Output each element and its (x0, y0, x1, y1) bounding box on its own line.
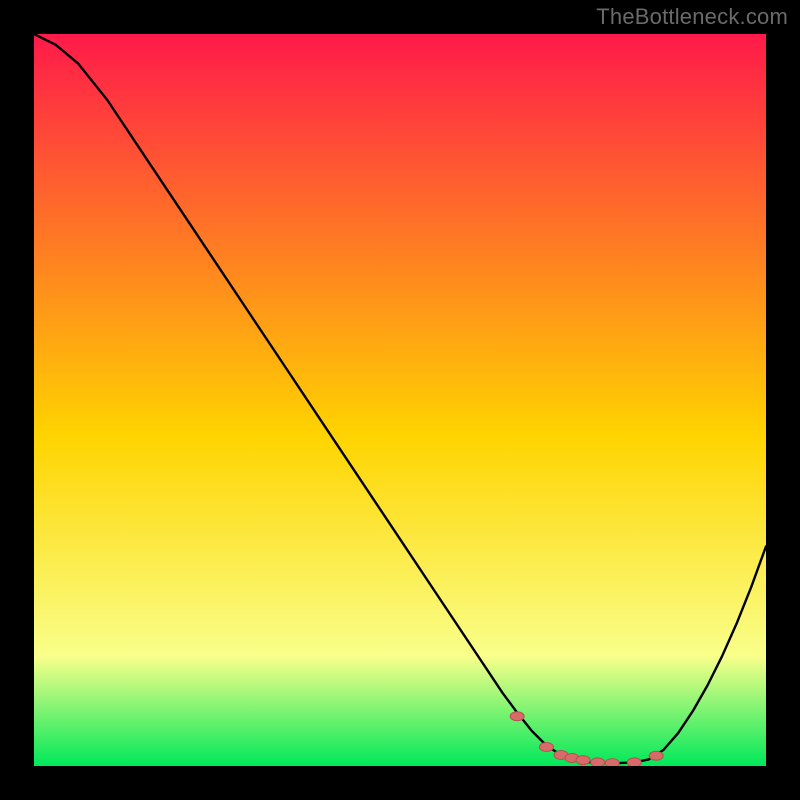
optimal-marker (510, 712, 524, 721)
optimal-marker (539, 742, 553, 751)
optimal-marker (649, 751, 663, 760)
optimal-marker (591, 758, 605, 766)
chart-frame: TheBottleneck.com (0, 0, 800, 800)
watermark-text: TheBottleneck.com (596, 4, 788, 30)
bottleneck-chart (34, 34, 766, 766)
optimal-marker (627, 758, 641, 766)
heatmap-background (34, 34, 766, 766)
optimal-marker (605, 759, 619, 766)
optimal-marker (576, 756, 590, 765)
